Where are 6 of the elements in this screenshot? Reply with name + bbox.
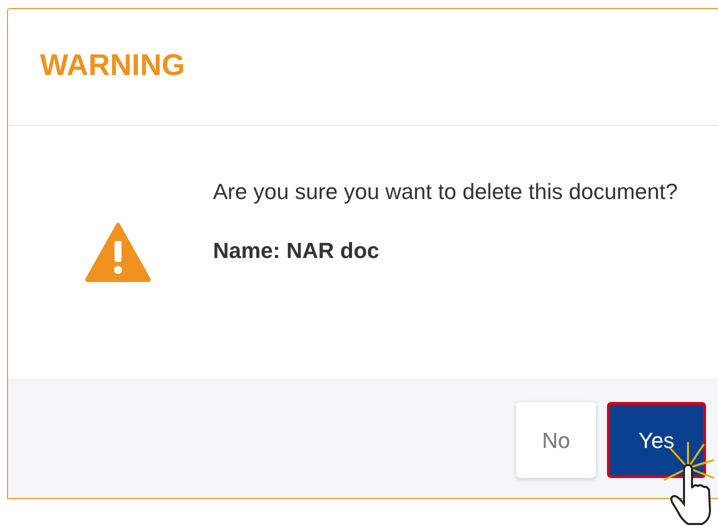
confirmation-message: Are you sure you want to delete this document? bbox=[213, 178, 679, 206]
document-name: Name: NAR doc bbox=[213, 237, 380, 265]
dialog-title: WARNING bbox=[40, 51, 185, 81]
yes-button[interactable]: Yes bbox=[607, 402, 706, 478]
no-button[interactable]: No bbox=[516, 402, 596, 478]
warning-icon bbox=[85, 222, 151, 282]
